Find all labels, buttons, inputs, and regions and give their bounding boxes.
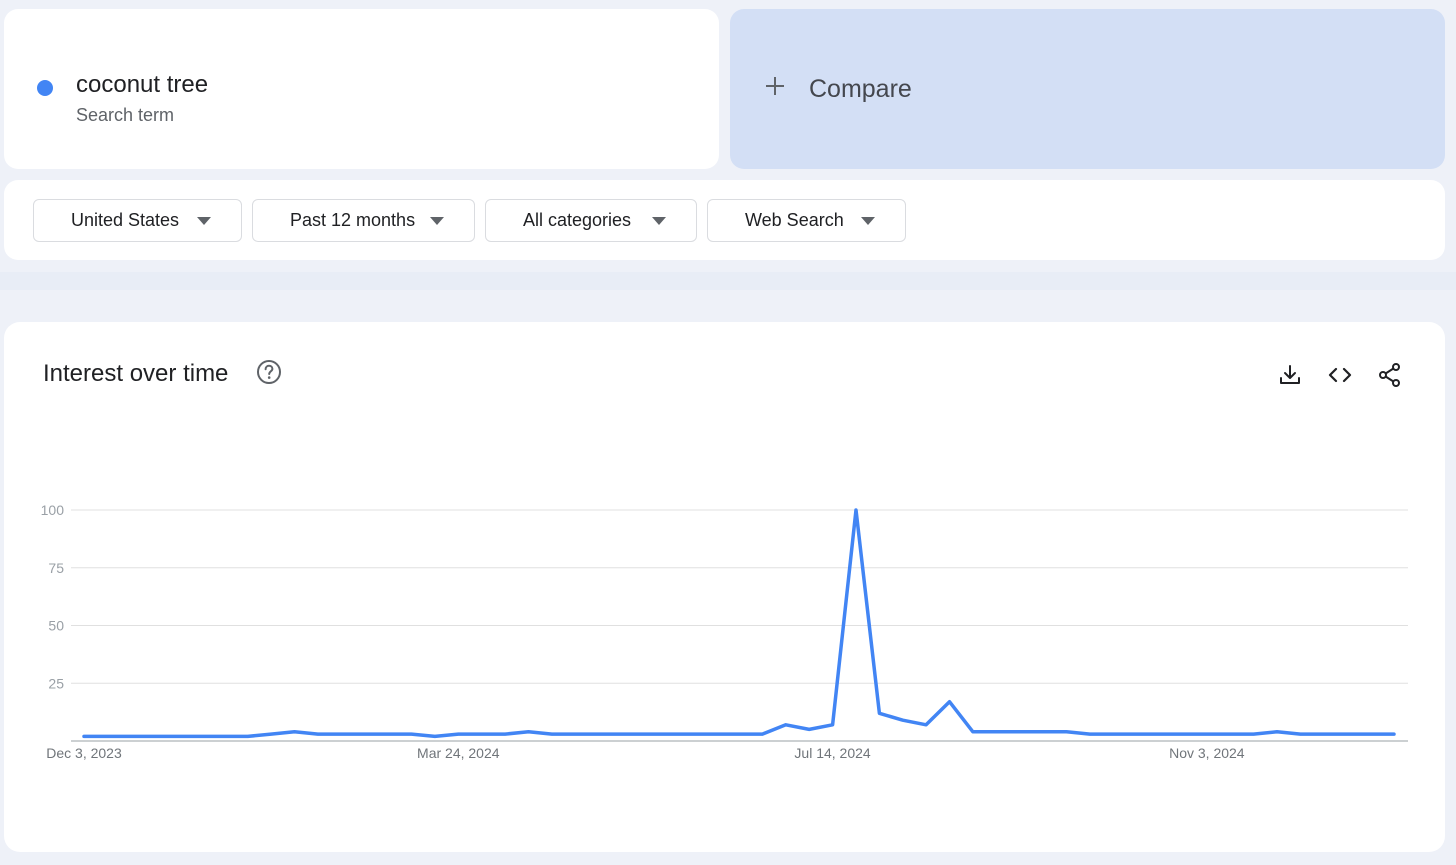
- y-tick-label: 75: [48, 560, 64, 576]
- chevron-down-icon: [861, 217, 875, 225]
- filter-category-label: All categories: [523, 210, 632, 230]
- x-tick-label: Dec 3, 2023: [46, 745, 122, 761]
- filter-search-type[interactable]: Web Search: [707, 199, 906, 242]
- filter-category[interactable]: All categories: [485, 199, 697, 242]
- interest-over-time-panel: Interest over time 25 50 75 100 Dec 3, 2023 M…: [4, 322, 1445, 852]
- chevron-down-icon: [197, 217, 211, 225]
- section-divider: [0, 272, 1456, 290]
- plus-icon: [766, 77, 784, 95]
- x-tick-label: Nov 3, 2024: [1169, 745, 1245, 761]
- y-tick-label: 25: [48, 675, 64, 691]
- y-tick-label: 100: [41, 502, 65, 518]
- chevron-down-icon: [430, 217, 444, 225]
- series-line-coconut-tree[interactable]: [82, 508, 1396, 739]
- compare-button[interactable]: Compare: [730, 9, 1445, 169]
- filter-bar: United States Past 12 months All categor…: [4, 180, 1445, 260]
- search-term-card[interactable]: coconut tree Search term: [4, 9, 719, 169]
- interest-line-chart: 25 50 75 100 Dec 3, 2023 Mar 24, 2024 Jul 14, …: [41, 502, 1408, 761]
- filter-search-type-label: Web Search: [745, 210, 844, 230]
- x-tick-label: Mar 24, 2024: [417, 745, 500, 761]
- compare-label: Compare: [809, 75, 912, 103]
- y-tick-label: 50: [48, 618, 64, 634]
- filter-time-range[interactable]: Past 12 months: [252, 199, 475, 242]
- search-term-name[interactable]: coconut tree: [76, 71, 208, 99]
- filter-time-range-label: Past 12 months: [290, 210, 416, 230]
- series-color-dot: [37, 80, 53, 96]
- filter-region-label: United States: [71, 210, 180, 230]
- filter-region[interactable]: United States: [33, 199, 242, 242]
- x-tick-label: Jul 14, 2024: [794, 745, 870, 761]
- search-term-sublabel: Search term: [76, 105, 175, 125]
- chevron-down-icon: [652, 217, 666, 225]
